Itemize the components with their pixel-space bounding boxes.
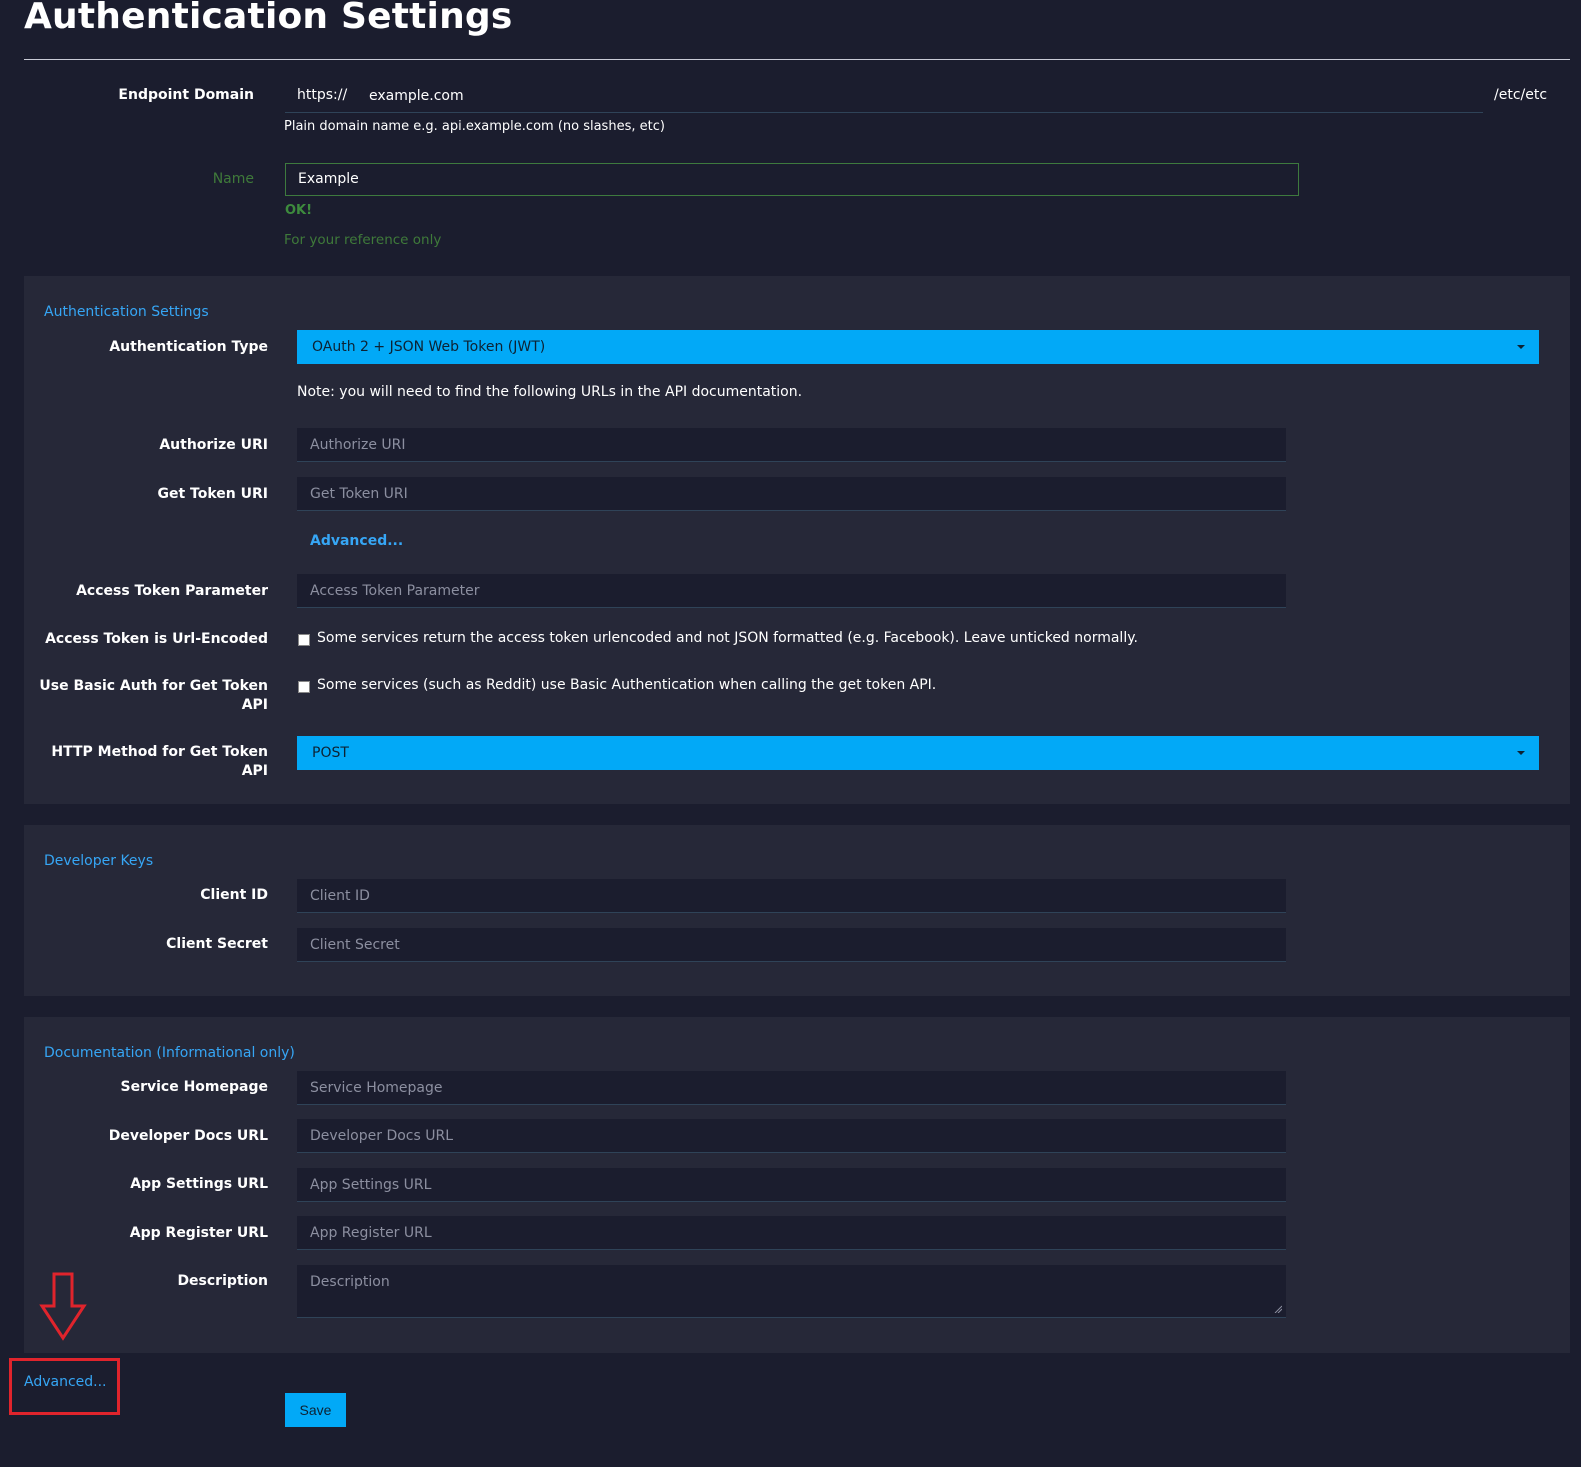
client-secret-label: Client Secret	[166, 936, 268, 952]
url-encoded-text: Some services return the access token ur…	[317, 630, 1138, 646]
endpoint-domain-label: Endpoint Domain	[118, 87, 254, 103]
endpoint-domain-input[interactable]: example.com	[369, 88, 464, 104]
basic-auth-text: Some services (such as Reddit) use Basic…	[317, 677, 937, 693]
access-token-param-input[interactable]: Access Token Parameter	[297, 574, 1286, 608]
documentation-heading: Documentation (Informational only)	[44, 1045, 295, 1061]
auth-settings-heading: Authentication Settings	[44, 304, 209, 320]
app-register-url-input[interactable]: App Register URL	[297, 1216, 1286, 1250]
auth-settings-panel: Authentication Settings Authentication T…	[24, 276, 1570, 804]
endpoint-help-text: Plain domain name e.g. api.example.com (…	[284, 119, 665, 134]
url-encoded-checkbox[interactable]	[298, 634, 310, 646]
authorize-uri-input[interactable]: Authorize URI	[297, 428, 1286, 462]
endpoint-suffix: /etc/etc	[1494, 87, 1548, 103]
app-register-url-label: App Register URL	[129, 1225, 268, 1241]
caret-down-icon	[1517, 751, 1525, 755]
advanced-link-bottom[interactable]: Advanced...	[24, 1374, 107, 1390]
authorize-uri-label: Authorize URI	[159, 437, 268, 453]
arrow-down-icon	[39, 1272, 87, 1341]
name-help-text: For your reference only	[284, 232, 442, 248]
auth-type-select[interactable]: OAuth 2 + JSON Web Token (JWT)	[297, 330, 1539, 364]
basic-auth-checkbox[interactable]	[298, 681, 310, 693]
name-status-ok: OK!	[285, 203, 313, 218]
description-placeholder: Description	[310, 1274, 390, 1290]
url-encoded-label: Access Token is Url-Encoded	[45, 631, 268, 647]
documentation-panel: Documentation (Informational only) Servi…	[24, 1017, 1570, 1353]
basic-auth-label: Use Basic Auth for Get Token API	[39, 678, 268, 713]
description-textarea[interactable]: Description	[297, 1265, 1286, 1318]
client-id-label: Client ID	[200, 887, 268, 903]
app-settings-url-label: App Settings URL	[130, 1176, 268, 1192]
get-token-uri-input[interactable]: Get Token URI	[297, 477, 1286, 511]
save-button[interactable]: Save	[285, 1393, 346, 1427]
auth-note: Note: you will need to find the followin…	[297, 384, 803, 400]
http-method-value: POST	[312, 745, 349, 761]
advanced-link[interactable]: Advanced...	[310, 533, 403, 549]
http-method-label: HTTP Method for Get Token API	[51, 744, 268, 779]
get-token-uri-label: Get Token URI	[157, 486, 269, 502]
auth-type-label: Authentication Type	[109, 339, 268, 355]
resize-grip-icon[interactable]	[1274, 1305, 1282, 1313]
auth-type-value: OAuth 2 + JSON Web Token (JWT)	[312, 339, 546, 355]
client-id-input[interactable]: Client ID	[297, 879, 1286, 913]
service-homepage-input[interactable]: Service Homepage	[297, 1071, 1286, 1105]
developer-keys-heading: Developer Keys	[44, 853, 154, 869]
name-label: Name	[212, 171, 254, 187]
service-homepage-label: Service Homepage	[120, 1079, 268, 1095]
developer-docs-url-label: Developer Docs URL	[108, 1128, 268, 1144]
developer-docs-url-input[interactable]: Developer Docs URL	[297, 1119, 1286, 1153]
name-input[interactable]: Example	[285, 163, 1299, 196]
app-settings-url-input[interactable]: App Settings URL	[297, 1168, 1286, 1202]
caret-down-icon	[1517, 345, 1525, 349]
endpoint-prefix: https://	[297, 87, 348, 103]
title-divider	[24, 59, 1570, 60]
access-token-param-label: Access Token Parameter	[76, 583, 268, 599]
client-secret-input[interactable]: Client Secret	[297, 928, 1286, 962]
endpoint-domain-underline	[285, 112, 1483, 113]
page-title: Authentication Settings	[24, 0, 513, 37]
developer-keys-panel: Developer Keys Client ID Client ID Clien…	[24, 825, 1570, 996]
http-method-select[interactable]: POST	[297, 736, 1539, 770]
